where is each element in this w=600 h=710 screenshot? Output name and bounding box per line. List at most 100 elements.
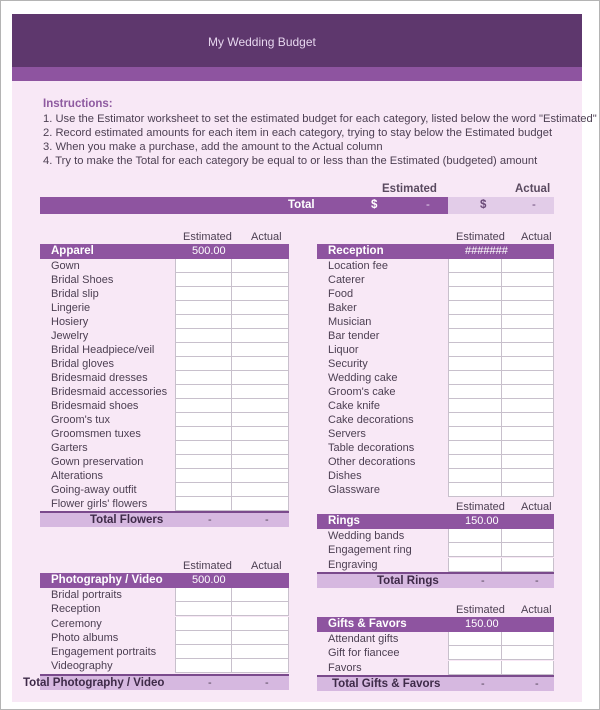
estimated-input-cell[interactable]: [175, 659, 232, 673]
actual-input-cell[interactable]: [232, 371, 289, 385]
actual-input-cell[interactable]: [502, 529, 554, 543]
estimated-input-cell[interactable]: [175, 645, 232, 659]
actual-input-cell[interactable]: [502, 413, 554, 427]
estimated-input-cell[interactable]: [175, 329, 232, 343]
actual-input-cell[interactable]: [232, 469, 289, 483]
actual-input-cell[interactable]: [232, 441, 289, 455]
estimated-input-cell[interactable]: [448, 315, 502, 329]
estimated-input-cell[interactable]: [175, 631, 232, 645]
actual-input-cell[interactable]: [502, 632, 554, 646]
actual-input-cell[interactable]: [232, 497, 289, 511]
estimated-input-cell[interactable]: [448, 301, 502, 315]
estimated-input-cell[interactable]: [175, 483, 232, 497]
estimated-input-cell[interactable]: [175, 315, 232, 329]
actual-input-cell[interactable]: [502, 661, 554, 675]
estimated-input-cell[interactable]: [175, 497, 232, 511]
estimated-input-cell[interactable]: [175, 357, 232, 371]
estimated-input-cell[interactable]: [448, 287, 502, 301]
actual-input-cell[interactable]: [232, 659, 289, 673]
actual-input-cell[interactable]: [232, 413, 289, 427]
actual-input-cell[interactable]: [232, 273, 289, 287]
estimated-input-cell[interactable]: [448, 441, 502, 455]
estimated-input-cell[interactable]: [175, 385, 232, 399]
estimated-input-cell[interactable]: [175, 371, 232, 385]
estimated-input-cell[interactable]: [175, 469, 232, 483]
header-band: My Wedding Budget: [12, 14, 582, 67]
actual-input-cell[interactable]: [502, 543, 554, 557]
actual-input-cell[interactable]: [232, 455, 289, 469]
estimated-input-cell[interactable]: [448, 483, 502, 497]
section-total-estimated: -: [208, 677, 212, 689]
estimated-input-cell[interactable]: [175, 273, 232, 287]
actual-input-cell[interactable]: [232, 315, 289, 329]
actual-input-cell[interactable]: [502, 646, 554, 660]
estimated-input-cell[interactable]: [448, 371, 502, 385]
estimated-input-cell[interactable]: [175, 413, 232, 427]
estimated-input-cell[interactable]: [448, 343, 502, 357]
actual-input-cell[interactable]: [232, 287, 289, 301]
actual-input-cell[interactable]: [502, 455, 554, 469]
actual-input-cell[interactable]: [232, 399, 289, 413]
estimated-input-cell[interactable]: [175, 441, 232, 455]
actual-input-cell[interactable]: [232, 343, 289, 357]
estimated-input-cell[interactable]: [448, 357, 502, 371]
actual-input-cell[interactable]: [232, 301, 289, 315]
actual-input-cell[interactable]: [502, 399, 554, 413]
estimated-input-cell[interactable]: [448, 329, 502, 343]
estimated-input-cell[interactable]: [448, 469, 502, 483]
actual-input-cell[interactable]: [232, 427, 289, 441]
estimated-input-cell[interactable]: [448, 259, 502, 273]
actual-input-cell[interactable]: [232, 357, 289, 371]
actual-input-cell[interactable]: [232, 483, 289, 497]
estimated-input-cell[interactable]: [175, 259, 232, 273]
estimated-input-cell[interactable]: [175, 343, 232, 357]
table-row: Location fee: [317, 259, 554, 273]
estimated-input-cell[interactable]: [175, 427, 232, 441]
estimated-input-cell[interactable]: [175, 602, 232, 616]
instruction-line: 4. Try to make the Total for each catego…: [43, 155, 538, 167]
estimated-input-cell[interactable]: [175, 455, 232, 469]
actual-input-cell[interactable]: [502, 273, 554, 287]
actual-input-cell[interactable]: [502, 441, 554, 455]
estimated-input-cell[interactable]: [448, 543, 502, 557]
estimated-input-cell[interactable]: [448, 661, 502, 675]
estimated-input-cell[interactable]: [448, 413, 502, 427]
actual-input-cell[interactable]: [502, 287, 554, 301]
actual-input-cell[interactable]: [232, 259, 289, 273]
actual-input-cell[interactable]: [502, 259, 554, 273]
actual-input-cell[interactable]: [502, 357, 554, 371]
estimated-input-cell[interactable]: [448, 646, 502, 660]
section-name: Reception: [328, 245, 384, 257]
actual-input-cell[interactable]: [232, 631, 289, 645]
estimated-input-cell[interactable]: [175, 301, 232, 315]
actual-input-cell[interactable]: [232, 588, 289, 602]
actual-input-cell[interactable]: [502, 385, 554, 399]
estimated-input-cell[interactable]: [448, 529, 502, 543]
estimated-input-cell[interactable]: [448, 455, 502, 469]
actual-input-cell[interactable]: [232, 645, 289, 659]
estimated-input-cell[interactable]: [175, 287, 232, 301]
actual-input-cell[interactable]: [232, 617, 289, 631]
estimated-input-cell[interactable]: [448, 273, 502, 287]
estimated-input-cell[interactable]: [175, 617, 232, 631]
table-row: Bridesmaid dresses: [40, 371, 289, 385]
actual-input-cell[interactable]: [502, 315, 554, 329]
estimated-input-cell[interactable]: [448, 632, 502, 646]
estimated-input-cell[interactable]: [448, 427, 502, 441]
actual-input-cell[interactable]: [502, 371, 554, 385]
actual-input-cell[interactable]: [502, 427, 554, 441]
actual-input-cell[interactable]: [502, 343, 554, 357]
actual-input-cell[interactable]: [502, 558, 554, 572]
actual-input-cell[interactable]: [232, 602, 289, 616]
estimated-input-cell[interactable]: [448, 385, 502, 399]
estimated-input-cell[interactable]: [175, 588, 232, 602]
estimated-input-cell[interactable]: [175, 399, 232, 413]
actual-input-cell[interactable]: [502, 469, 554, 483]
actual-input-cell[interactable]: [232, 385, 289, 399]
actual-input-cell[interactable]: [502, 301, 554, 315]
actual-input-cell[interactable]: [232, 329, 289, 343]
estimated-input-cell[interactable]: [448, 558, 502, 572]
actual-input-cell[interactable]: [502, 329, 554, 343]
actual-input-cell[interactable]: [502, 483, 554, 497]
estimated-input-cell[interactable]: [448, 399, 502, 413]
